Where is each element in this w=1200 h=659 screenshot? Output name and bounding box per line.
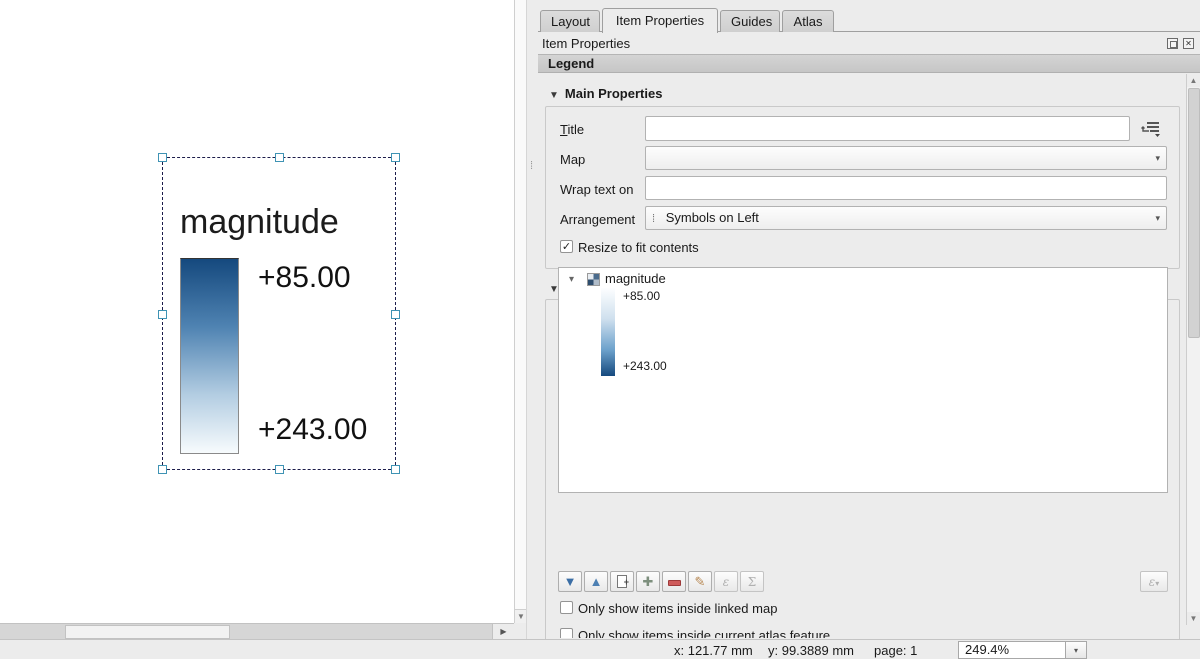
zoom-dropdown-button[interactable]: ▾ xyxy=(1065,641,1087,659)
qgis-layout-window: magnitude +85.00 +243.00 ▼ ▶ ⁞ ····· Lay… xyxy=(0,0,1200,659)
close-panel-icon[interactable]: ✕ xyxy=(1183,38,1194,49)
float-panel-icon[interactable] xyxy=(1167,38,1178,49)
chevron-down-icon: ▾ xyxy=(1155,207,1160,229)
splitter-handle-icon: ⁞ xyxy=(530,163,533,170)
scroll-up-icon[interactable]: ▲ xyxy=(1187,74,1200,87)
legend-items-tree[interactable]: ▾ magnitude +85.00 +243.00 xyxy=(558,267,1168,493)
item-properties-panel: Layout Item Properties Guides Atlas Item… xyxy=(538,0,1200,639)
status-bar: x: 121.77 mm y: 99.3889 mm page: 1 249.4… xyxy=(0,639,1200,659)
tree-layer-label[interactable]: magnitude xyxy=(605,271,666,286)
edit-item-button[interactable]: ✎ xyxy=(688,571,712,592)
wrap-text-label: Wrap text on xyxy=(560,182,633,197)
panel-title: Item Properties xyxy=(542,36,630,51)
cutoff-checkbox-row: Only show items inside current atlas fea… xyxy=(558,627,1158,638)
symbols-position-icon: ⁞ xyxy=(652,213,655,225)
resize-handle-e[interactable] xyxy=(391,310,400,319)
only-linked-map-label: Only show items inside linked map xyxy=(578,601,777,616)
panel-splitter[interactable]: ⁞ xyxy=(526,0,538,639)
wrap-text-input[interactable] xyxy=(645,176,1167,200)
move-up-icon: ▲ xyxy=(590,574,603,589)
zoom-level-input[interactable]: 249.4% xyxy=(958,641,1066,659)
add-item-button[interactable]: ✚ xyxy=(636,571,660,592)
scroll-down-icon[interactable]: ▼ xyxy=(1187,612,1200,625)
tree-max-label: +85.00 xyxy=(623,289,660,303)
remove-item-button[interactable] xyxy=(662,571,686,592)
resize-to-fit-label: Resize to fit contents xyxy=(578,240,699,255)
expression-button: ε xyxy=(714,571,738,592)
tab-guides[interactable]: Guides xyxy=(720,10,780,32)
hscroll-thumb[interactable] xyxy=(65,625,230,639)
title-input[interactable] xyxy=(645,116,1130,141)
tab-atlas[interactable]: Atlas xyxy=(782,10,834,32)
atlas-feature-checkbox[interactable] xyxy=(560,628,573,638)
layout-canvas[interactable]: magnitude +85.00 +243.00 xyxy=(0,0,514,623)
resize-handle-w[interactable] xyxy=(158,310,167,319)
resize-handle-ne[interactable] xyxy=(391,153,400,162)
tab-item-properties[interactable]: Item Properties xyxy=(602,8,718,33)
tree-gradient-ramp xyxy=(601,288,615,376)
collapse-icon: ▼ xyxy=(549,90,559,101)
panel-tabbar: Layout Item Properties Guides Atlas xyxy=(538,8,1200,32)
canvas-vertical-scrollbar[interactable]: ▼ xyxy=(514,0,526,623)
add-item-icon: ✚ xyxy=(643,574,654,589)
cursor-x-readout: x: 121.77 mm xyxy=(674,643,753,658)
resize-to-fit-checkbox[interactable]: ✓ xyxy=(560,240,573,253)
chevron-down-icon: ▾ xyxy=(1074,646,1078,655)
add-group-icon xyxy=(617,575,627,588)
tab-layout[interactable]: Layout xyxy=(540,10,600,32)
remove-item-icon xyxy=(668,580,681,586)
chevron-down-icon: ▾ xyxy=(1155,147,1160,169)
main-properties-header[interactable]: ▼Main Properties xyxy=(549,86,662,101)
map-combobox[interactable]: ▾ xyxy=(645,146,1167,170)
arrangement-combobox[interactable]: ⁞ Symbols on Left ▾ xyxy=(645,206,1167,230)
data-defined-expression-button: ε▾ xyxy=(1140,571,1168,592)
move-down-icon: ▼ xyxy=(564,574,577,589)
page-readout: page: 1 xyxy=(874,643,917,658)
move-item-up-button[interactable]: ▲ xyxy=(584,571,608,592)
resize-handle-sw[interactable] xyxy=(158,465,167,474)
tree-expander-icon[interactable]: ▾ xyxy=(569,274,574,285)
count-icon: Σ xyxy=(748,575,756,589)
resize-handle-nw[interactable] xyxy=(158,153,167,162)
resize-handle-n[interactable] xyxy=(275,153,284,162)
legend-preview-min-label: +243.00 xyxy=(258,413,367,447)
arrangement-label: Arrangement xyxy=(560,212,635,227)
item-type-header: Legend xyxy=(538,54,1200,73)
resize-handle-s[interactable] xyxy=(275,465,284,474)
only-linked-map-checkbox[interactable] xyxy=(560,601,573,614)
raster-layer-icon xyxy=(587,273,600,286)
dock-titlebar: Item Properties ✕ xyxy=(540,35,1198,53)
add-group-button[interactable] xyxy=(610,571,634,592)
cursor-y-readout: y: 99.3889 mm xyxy=(768,643,854,658)
legend-items-toolbar: ▼ ▲ ✚ ✎ ε Σ ε▾ xyxy=(558,571,1168,593)
map-label: Map xyxy=(560,152,585,167)
resize-handle-se[interactable] xyxy=(391,465,400,474)
edit-item-icon: ✎ xyxy=(695,574,706,589)
atlas-feature-label: Only show items inside current atlas fea… xyxy=(578,628,830,638)
legend-preview-gradient-bar xyxy=(180,258,239,454)
scroll-right-icon[interactable]: ▶ xyxy=(492,624,514,639)
legend-preview-max-label: +85.00 xyxy=(258,261,351,295)
move-item-down-button[interactable]: ▼ xyxy=(558,571,582,592)
chevron-down-icon: ▾ xyxy=(1155,579,1159,588)
title-label: Title xyxy=(560,122,584,137)
legend-preview-title: magnitude xyxy=(180,203,400,242)
expression-icon: ε xyxy=(723,575,729,589)
canvas-horizontal-scrollbar[interactable]: ▶ xyxy=(0,623,514,639)
panel-scrollbar[interactable]: ▲ ▼ xyxy=(1186,74,1200,625)
panel-scrollbar-thumb[interactable] xyxy=(1188,88,1200,338)
insert-expression-icon[interactable] xyxy=(1140,119,1162,138)
count-features-button: Σ xyxy=(740,571,764,592)
tree-min-label: +243.00 xyxy=(623,359,667,373)
